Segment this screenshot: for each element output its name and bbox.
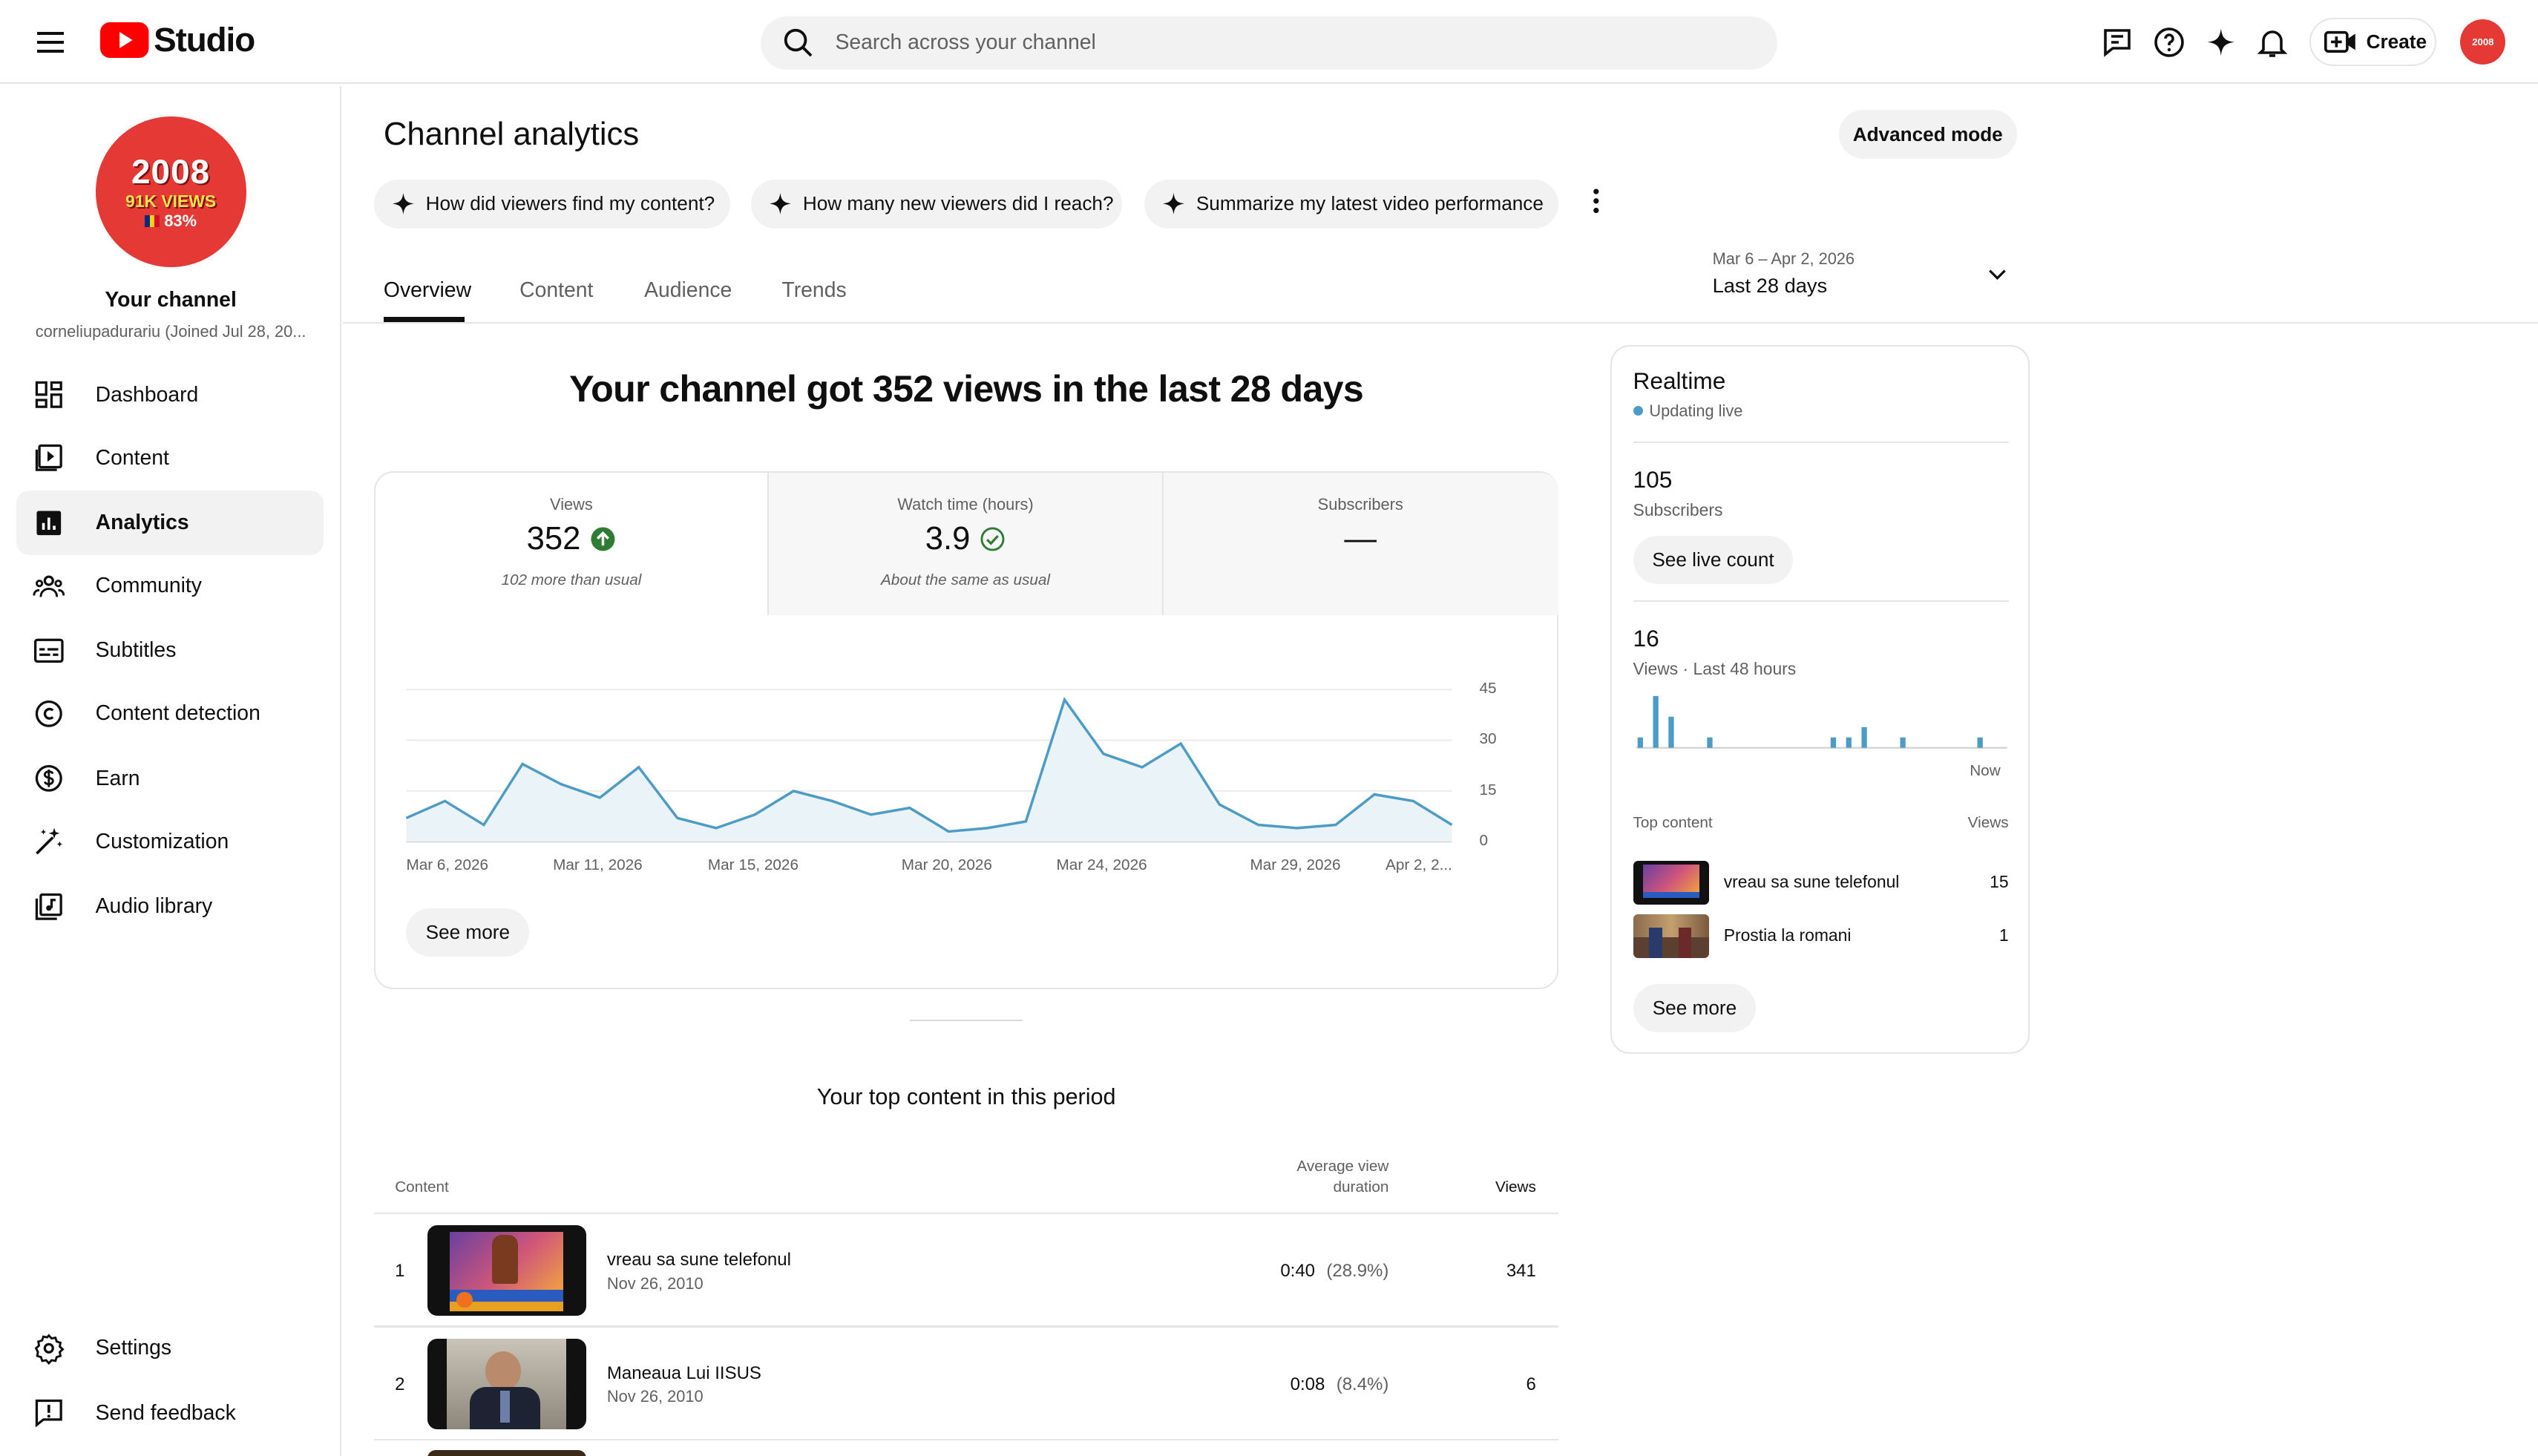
y-tick-label: 45 [1479,680,1497,698]
x-tick-label: Mar 11, 2026 [553,856,643,873]
realtime-title: Realtime [1633,367,1726,394]
table-row[interactable]: 2 Maneaua Lui IISUS Nov 26, 2010 0:08 (8… [374,1328,1559,1439]
see-live-count-button[interactable]: See live count [1633,535,1794,585]
realtime-content-views: 1 [1998,925,2009,945]
col-header-line: duration [1333,1178,1389,1196]
row-date: Nov 26, 2010 [606,1273,704,1293]
top-content-header: Top content [1633,813,1713,831]
avg-time: 0:08 [1290,1374,1325,1394]
video-thumbnail[interactable] [427,1450,586,1456]
see-more-button[interactable]: See more [406,908,530,957]
row-views: 341 [1506,1261,1536,1282]
row-title[interactable]: vreau sa sune telefonul [607,1250,791,1270]
video-thumbnail[interactable] [427,1225,586,1316]
live-dot-icon [1633,406,1643,416]
views-header: Views [1967,813,2009,831]
row-rank: 1 [395,1261,405,1282]
y-tick-label: 30 [1479,730,1497,748]
video-thumbnail[interactable] [1633,861,1710,905]
realtime-card: Realtime Updating live 105 Subscribers S… [1610,344,2030,1054]
realtime-content-views: 15 [1990,872,2009,892]
realtime-status-text: Updating live [1649,401,1743,420]
subscribers-label: Subscribers [1633,499,1723,519]
views-48h-label: Views · Last 48 hours [1633,658,1797,678]
col-header-views[interactable]: Views [1440,1178,1536,1196]
views-48h-value: 16 [1633,624,1659,652]
x-tick-label: Mar 6, 2026 [406,856,489,873]
realtime-see-more-button[interactable]: See more [1633,983,1757,1033]
avg-percent: (8.4%) [1336,1374,1389,1394]
table-row[interactable]: 1 vreau sa sune telefonul Nov 26, 2010 0… [374,1214,1559,1325]
video-thumbnail[interactable] [1633,914,1710,959]
row-avg-duration: 0:40 (28.9%) [1248,1261,1389,1282]
subscribers-value: 105 [1633,465,1673,493]
y-tick-label: 0 [1479,832,1489,850]
row-views: 6 [1526,1374,1536,1394]
avg-percent: (28.9%) [1326,1261,1389,1282]
video-thumbnail[interactable] [427,1338,586,1429]
row-date: Nov 26, 2010 [606,1387,704,1406]
now-label: Now [1970,762,2001,780]
avg-time: 0:40 [1280,1261,1315,1282]
x-tick-label: Mar 20, 2026 [901,856,992,873]
realtime-content-title[interactable]: vreau sa sune telefonul [1724,872,1900,892]
divider [1633,442,2009,444]
col-header-avg-duration[interactable]: Average view duration [1227,1158,1388,1196]
row-divider [373,1439,1559,1441]
x-tick-label: Mar 24, 2026 [1056,856,1147,873]
divider [1633,600,2009,603]
x-tick-label: Mar 15, 2026 [707,856,799,873]
row-avg-duration: 0:08 (8.4%) [1248,1374,1389,1395]
realtime-status: Updating live [1633,401,1743,421]
y-tick-label: 15 [1479,781,1497,798]
top-content-title: Your top content in this period [816,1084,1116,1110]
col-header-content: Content [395,1178,449,1196]
x-tick-label: Mar 29, 2026 [1250,856,1341,873]
col-header-line: Average view [1296,1157,1389,1175]
realtime-content-title[interactable]: Prostia la romani [1724,925,1852,945]
x-tick-label: Apr 2, 2... [1386,856,1452,873]
section-divider [909,1020,1023,1022]
row-rank: 2 [395,1374,405,1394]
row-title[interactable]: Maneaua Lui IISUS [607,1363,761,1384]
